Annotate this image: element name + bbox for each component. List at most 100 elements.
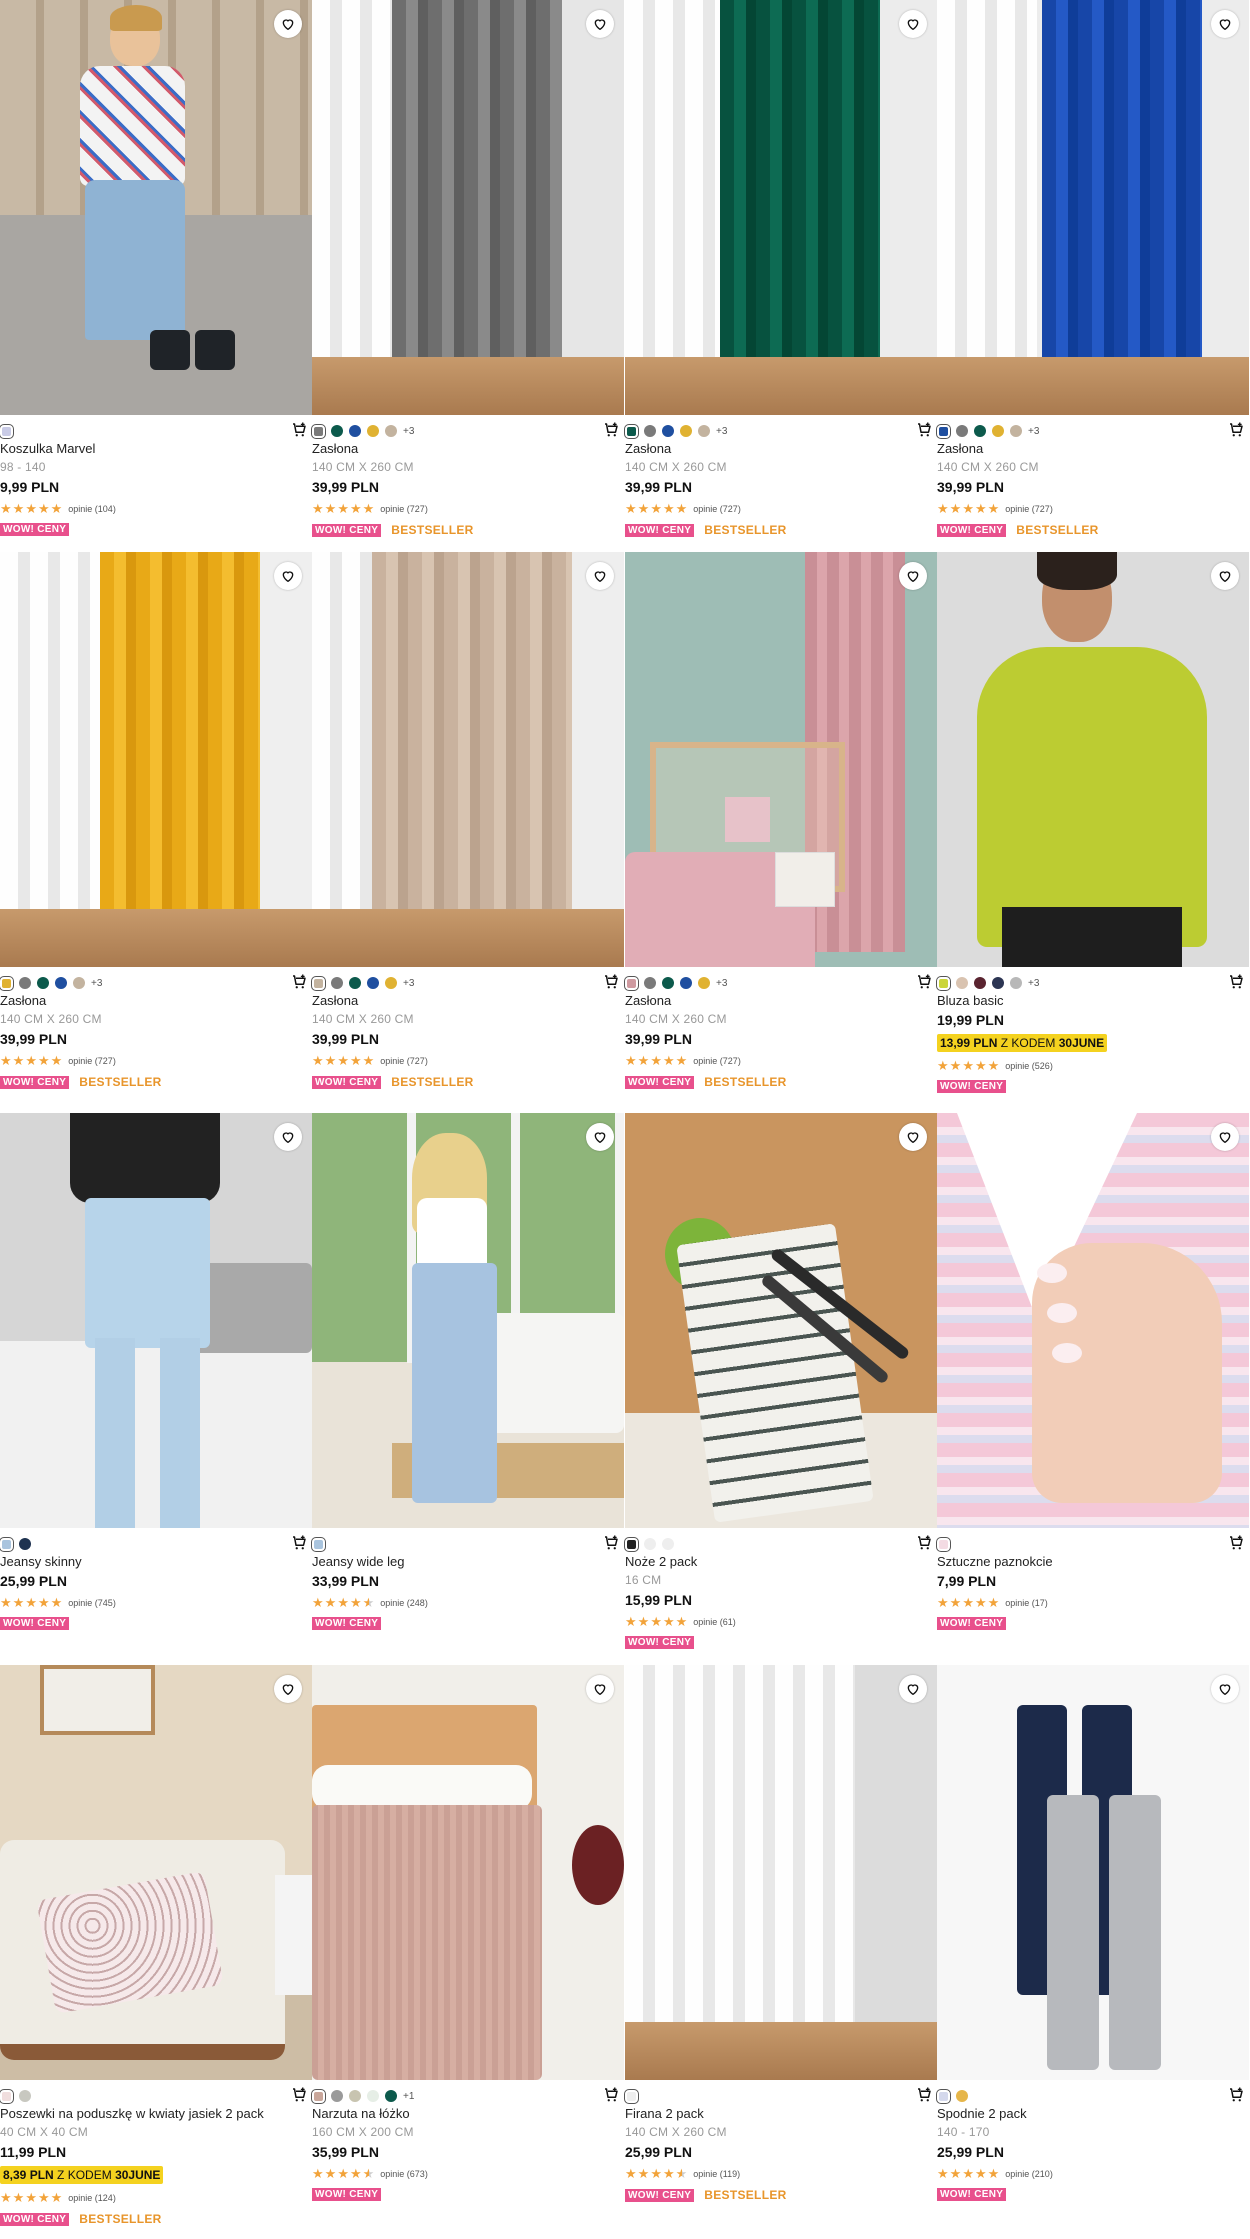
color-swatch[interactable] (680, 977, 692, 989)
review-count[interactable]: opinie (745) (68, 1598, 116, 1608)
color-swatch[interactable] (73, 977, 85, 989)
add-to-cart-icon[interactable] (602, 421, 620, 439)
color-swatch[interactable] (55, 977, 67, 989)
product-name[interactable]: Firana 2 pack (625, 2106, 704, 2121)
color-swatch[interactable] (936, 423, 951, 439)
favorite-heart-icon[interactable] (274, 1675, 302, 1703)
color-swatch[interactable] (367, 2090, 379, 2102)
product-name[interactable]: Poszewki na poduszkę w kwiaty jasiek 2 p… (0, 2106, 264, 2121)
color-swatch[interactable] (367, 977, 379, 989)
color-swatch[interactable] (385, 977, 397, 989)
favorite-heart-icon[interactable] (899, 10, 927, 38)
product-image[interactable] (312, 0, 624, 415)
product-name[interactable]: Jeansy skinny (0, 1554, 82, 1569)
color-swatch[interactable] (644, 1538, 656, 1550)
color-swatch[interactable] (0, 2088, 14, 2104)
color-swatch[interactable] (680, 425, 692, 437)
add-to-cart-icon[interactable] (290, 2086, 308, 2104)
color-swatch[interactable] (331, 425, 343, 437)
add-to-cart-icon[interactable] (290, 1534, 308, 1552)
add-to-cart-icon[interactable] (915, 1534, 933, 1552)
color-swatch[interactable] (19, 1538, 31, 1550)
color-swatch[interactable] (37, 977, 49, 989)
product-image[interactable] (625, 1665, 937, 2080)
add-to-cart-icon[interactable] (915, 2086, 933, 2104)
review-count[interactable]: opinie (727) (1005, 504, 1053, 514)
color-swatch[interactable] (19, 2090, 31, 2102)
color-swatch[interactable] (331, 977, 343, 989)
favorite-heart-icon[interactable] (586, 562, 614, 590)
color-swatch[interactable] (331, 2090, 343, 2102)
favorite-heart-icon[interactable] (274, 10, 302, 38)
add-to-cart-icon[interactable] (602, 1534, 620, 1552)
product-image[interactable] (625, 1113, 937, 1528)
color-swatch[interactable] (662, 425, 674, 437)
product-name[interactable]: Zasłona (625, 441, 671, 456)
color-swatch[interactable] (311, 975, 326, 991)
review-count[interactable]: opinie (727) (380, 1056, 428, 1066)
add-to-cart-icon[interactable] (1227, 973, 1245, 991)
product-image[interactable] (312, 1113, 624, 1528)
product-name[interactable]: Zasłona (312, 441, 358, 456)
review-count[interactable]: opinie (673) (380, 2169, 428, 2179)
add-to-cart-icon[interactable] (1227, 421, 1245, 439)
product-name[interactable]: Zasłona (625, 993, 671, 1008)
color-swatch[interactable] (956, 977, 968, 989)
favorite-heart-icon[interactable] (586, 1675, 614, 1703)
review-count[interactable]: opinie (17) (1005, 1598, 1048, 1608)
product-image[interactable] (625, 552, 937, 967)
review-count[interactable]: opinie (727) (693, 504, 741, 514)
product-name[interactable]: Zasłona (937, 441, 983, 456)
product-image[interactable] (312, 1665, 624, 2080)
color-swatch[interactable] (349, 2090, 361, 2102)
review-count[interactable]: opinie (727) (380, 504, 428, 514)
add-to-cart-icon[interactable] (915, 973, 933, 991)
product-image[interactable] (312, 552, 624, 967)
review-count[interactable]: opinie (210) (1005, 2169, 1053, 2179)
favorite-heart-icon[interactable] (899, 1123, 927, 1151)
color-swatch[interactable] (698, 977, 710, 989)
add-to-cart-icon[interactable] (290, 421, 308, 439)
color-swatch[interactable] (956, 2090, 968, 2102)
color-swatch[interactable] (624, 975, 639, 991)
product-image[interactable] (0, 1665, 312, 2080)
favorite-heart-icon[interactable] (1211, 1123, 1239, 1151)
product-image[interactable] (625, 0, 937, 415)
product-name[interactable]: Zasłona (312, 993, 358, 1008)
favorite-heart-icon[interactable] (274, 1123, 302, 1151)
color-swatch[interactable] (385, 425, 397, 437)
color-swatch[interactable] (0, 975, 14, 991)
color-swatch[interactable] (974, 977, 986, 989)
product-name[interactable]: Koszulka Marvel (0, 441, 95, 456)
add-to-cart-icon[interactable] (915, 421, 933, 439)
product-image[interactable] (0, 552, 312, 967)
color-swatch[interactable] (624, 2088, 639, 2104)
add-to-cart-icon[interactable] (602, 2086, 620, 2104)
color-swatch[interactable] (311, 423, 326, 439)
color-swatch[interactable] (698, 425, 710, 437)
color-swatch[interactable] (0, 423, 14, 439)
color-swatch[interactable] (1010, 425, 1022, 437)
review-count[interactable]: opinie (248) (380, 1598, 428, 1608)
add-to-cart-icon[interactable] (1227, 1534, 1245, 1552)
color-swatch[interactable] (936, 1536, 951, 1552)
color-swatch[interactable] (992, 425, 1004, 437)
product-image[interactable] (937, 0, 1249, 415)
product-image[interactable] (937, 1113, 1249, 1528)
review-count[interactable]: opinie (124) (68, 2193, 116, 2203)
add-to-cart-icon[interactable] (290, 973, 308, 991)
product-name[interactable]: Jeansy wide leg (312, 1554, 405, 1569)
color-swatch[interactable] (311, 2088, 326, 2104)
color-swatch[interactable] (662, 1538, 674, 1550)
color-swatch[interactable] (992, 977, 1004, 989)
color-swatch[interactable] (956, 425, 968, 437)
color-swatch[interactable] (936, 2088, 951, 2104)
favorite-heart-icon[interactable] (586, 1123, 614, 1151)
product-name[interactable]: Noże 2 pack (625, 1554, 697, 1569)
review-count[interactable]: opinie (727) (693, 1056, 741, 1066)
color-swatch[interactable] (644, 977, 656, 989)
favorite-heart-icon[interactable] (1211, 1675, 1239, 1703)
add-to-cart-icon[interactable] (602, 973, 620, 991)
color-swatch[interactable] (349, 977, 361, 989)
product-image[interactable] (937, 1665, 1249, 2080)
